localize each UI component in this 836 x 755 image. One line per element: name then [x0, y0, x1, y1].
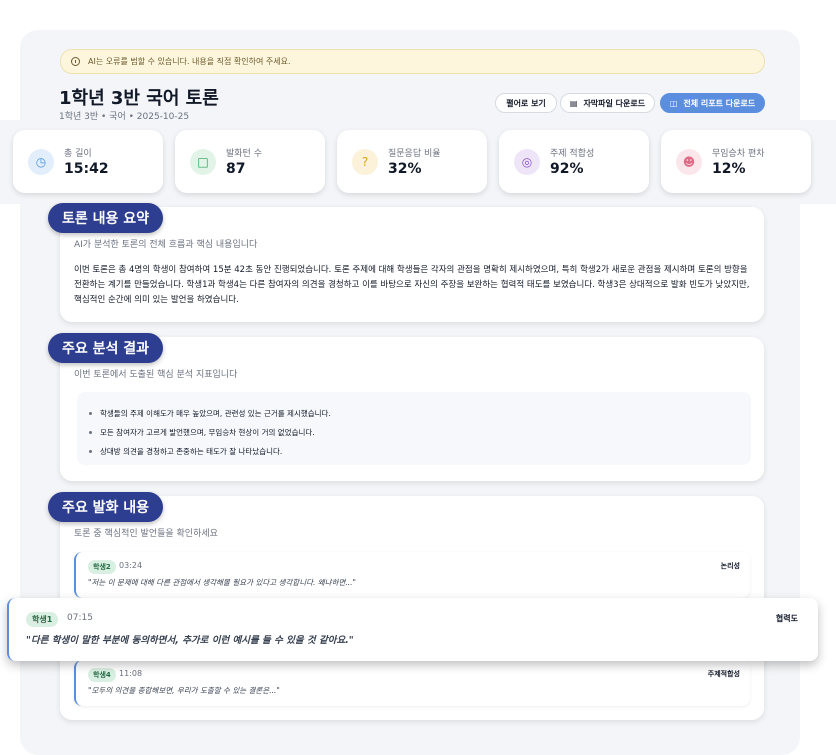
- subtitle-download-label: 자막파일 다운로드: [583, 98, 646, 108]
- info-icon: [71, 57, 80, 66]
- stat-value: 32%: [388, 161, 422, 177]
- stat-card-qa-ratio: ? 질문응답 비율 32%: [337, 130, 487, 193]
- stat-label: 무임승차 편차: [712, 149, 765, 159]
- stat-label: 발화턴 수: [226, 149, 262, 159]
- users-icon: ☻: [676, 148, 702, 175]
- utterance-time: 03:24: [119, 561, 143, 570]
- speaker-badge: 학생4: [88, 668, 116, 682]
- view-button-label: 펼어로 보기: [506, 98, 546, 108]
- target-icon: ◎: [514, 148, 540, 175]
- stat-value: 92%: [550, 161, 584, 177]
- clock-icon: ◷: [28, 148, 54, 175]
- stat-value: 15:42: [64, 161, 109, 177]
- page-subtitle: 1학년 3반 • 국어 • 2025-10-25: [59, 112, 190, 122]
- notice-text: AI는 오류를 범할 수 있습니다. 내용을 직접 확인하여 주세요.: [88, 57, 291, 66]
- document-icon: ◫: [669, 98, 678, 108]
- stat-value: 87: [226, 161, 246, 177]
- analysis-card: 이번 토론에서 도출된 핵심 분석 지표입니다 학생들의 주제 이해도가 매우 …: [60, 337, 764, 481]
- finding-item: 학생들의 주제 이해도가 매우 높았으며, 관련성 있는 근거를 제시했습니다.: [89, 404, 751, 423]
- utterance-tag: 협력도: [775, 614, 798, 623]
- stat-card-freeride: ☻ 무임승차 편차 12%: [661, 130, 811, 193]
- utterance-text: "저는 이 문제에 대해 다른 관점에서 생각해볼 필요가 있다고 생각합니다.…: [88, 578, 356, 587]
- summary-body: 이번 토론은 총 4명의 학생이 참여하여 15분 42초 동안 진행되었습니다…: [74, 265, 750, 305]
- stat-label: 주제 적합성: [550, 149, 595, 159]
- stat-value: 12%: [712, 161, 746, 177]
- speaker-badge: 학생1: [26, 612, 59, 627]
- utterance-time: 11:08: [119, 669, 143, 678]
- subtitle-download-button[interactable]: ▤ 자막파일 다운로드: [560, 93, 655, 113]
- stat-card-length: ◷ 총 길이 15:42: [13, 130, 163, 193]
- report-download-label: 전체 리포트 다운로드: [683, 98, 756, 108]
- utterance-time: 07:15: [67, 613, 93, 623]
- findings-list: 학생들의 주제 이해도가 매우 높았으며, 관련성 있는 근거를 제시했습니다.…: [77, 392, 751, 465]
- utterance-tag: 논리성: [720, 562, 740, 570]
- stat-label: 질문응답 비율: [388, 149, 441, 159]
- analysis-subheading: 이번 토론에서 도출된 핵심 분석 지표입니다: [74, 370, 238, 380]
- speaker-badge: 학생2: [88, 560, 116, 574]
- finding-item: 상대방 의견을 경청하고 존중하는 태도가 잘 나타났습니다.: [89, 442, 751, 461]
- utterance-item[interactable]: 학생4 11:08 주제적합성 "모두의 의견을 종합해보면, 우리가 도출할 …: [74, 660, 750, 706]
- summary-heading-pill: 토론 내용 요약: [48, 203, 164, 233]
- utterance-item[interactable]: 학생2 03:24 논리성 "저는 이 문제에 대해 다른 관점에서 생각해볼 …: [74, 552, 750, 598]
- utterance-text: "다른 학생이 말한 부분에 동의하면서, 추가로 이런 예시를 들 수 있을 …: [26, 635, 354, 646]
- page-title: 1학년 3반 국어 토론: [59, 88, 219, 109]
- report-download-button[interactable]: ◫ 전체 리포트 다운로드: [660, 93, 765, 113]
- ai-notice-banner: AI는 오류를 범할 수 있습니다. 내용을 직접 확인하여 주세요.: [60, 49, 765, 74]
- stat-card-relevance: ◎ 주제 적합성 92%: [499, 130, 649, 193]
- view-button[interactable]: 펼어로 보기: [495, 93, 557, 113]
- utterance-text: "모두의 의견을 종합해보면, 우리가 도출할 수 있는 결론은...": [88, 686, 280, 695]
- analysis-heading-pill: 주요 분석 결과: [48, 333, 164, 363]
- stat-card-turns: □ 발화턴 수 87: [175, 130, 325, 193]
- stat-label: 총 길이: [64, 149, 92, 159]
- utterances-subheading: 토론 중 핵심적인 발언들을 확인하세요: [74, 529, 218, 539]
- utterances-heading-pill: 주요 발화 내용: [48, 492, 164, 522]
- caption-icon: ▤: [569, 98, 578, 108]
- finding-item: 모든 참여자가 고르게 발언했으며, 무임승차 현상이 거의 없었습니다.: [89, 423, 751, 442]
- highlighted-utterance[interactable]: 학생1 07:15 협력도 "다른 학생이 말한 부분에 동의하면서, 추가로 …: [7, 598, 818, 661]
- question-icon: ?: [352, 148, 378, 175]
- summary-card: AI가 분석한 토론의 전체 흐름과 핵심 내용입니다 이번 토론은 총 4명의…: [60, 207, 764, 322]
- utterance-tag: 주제적합성: [707, 670, 740, 678]
- summary-subheading: AI가 분석한 토론의 전체 흐름과 핵심 내용입니다: [74, 240, 258, 250]
- chat-icon: □: [190, 148, 216, 175]
